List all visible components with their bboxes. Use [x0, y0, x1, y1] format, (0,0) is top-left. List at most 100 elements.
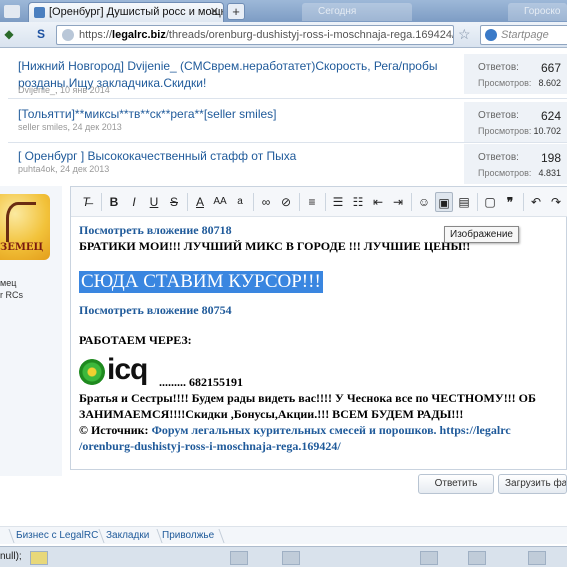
close-tab-icon[interactable]: ✕ [210, 5, 219, 18]
strikethrough-icon[interactable]: S [165, 192, 183, 212]
font-family-icon[interactable]: a [231, 192, 249, 212]
thread-author[interactable]: Dvijenie_ [18, 85, 55, 95]
replies-label: Ответов: [478, 152, 519, 163]
replies-count: 198 [540, 151, 561, 165]
upload-file-button[interactable]: Загрузить файл [498, 474, 567, 494]
toolbar-divider [325, 193, 326, 211]
post-actions: Ответить Загрузить файл [0, 474, 567, 496]
icq-flower-icon [79, 359, 105, 385]
italic-icon[interactable]: I [125, 192, 143, 212]
thread-row[interactable]: [Нижний Новгород] Dvijenie_ (СМСврем.нер… [8, 54, 567, 95]
attachment-link[interactable]: Посмотреть вложение 80754 [79, 303, 232, 318]
views-label: Просмотров: [478, 78, 532, 88]
source-link-path[interactable]: /orenburg-dushistyj-ross-i-moschnaja-reg… [79, 439, 341, 454]
post-line: ЗАНИМАЕМСЯ!!!!Скидки ,Бонусы,Акции.!!! В… [79, 407, 464, 421]
user-info-panel: ЗЕМЕЦ мец r RCs [0, 186, 62, 476]
breadcrumb-item[interactable]: Бизнес с LegalRC [16, 530, 98, 541]
addon-icon[interactable] [420, 551, 438, 565]
unlink-icon[interactable]: ⊘ [277, 192, 295, 212]
undo-icon[interactable]: ↶ [527, 192, 545, 212]
underline-icon[interactable]: U [145, 192, 163, 212]
search-engine-icon[interactable] [485, 29, 497, 41]
username[interactable]: мец [0, 278, 16, 288]
active-tab[interactable]: [Оренбург] Душистый росс и мощная... ✕ [28, 2, 224, 22]
addon-icon[interactable] [528, 551, 546, 565]
inactive-tab[interactable]: Сегодня [302, 3, 412, 21]
addon-icon[interactable] [468, 551, 486, 565]
thread-meta: Dvijenie_, 10 янв 2014 [18, 85, 110, 95]
selected-text: СЮДА СТАВИМ КУРСОР!!! [79, 271, 323, 293]
addon-icon[interactable] [30, 551, 48, 565]
tab-title: [Оренбург] Душистый росс и мощная... [49, 6, 224, 18]
search-box[interactable]: Startpage [480, 25, 567, 45]
bold-icon[interactable]: B [105, 192, 123, 212]
addon-icon[interactable] [230, 551, 248, 565]
breadcrumb: Бизнес с LegalRC Закладки Приволжье [0, 526, 567, 544]
attachment-link[interactable]: Посмотреть вложение 80718 [79, 223, 232, 238]
avatar-figure-icon [6, 202, 36, 242]
inactive-tab[interactable]: Гороско [508, 3, 567, 21]
avatar-text: ЗЕМЕЦ [0, 242, 44, 253]
site-favicon-icon [34, 7, 45, 18]
search-placeholder: Startpage [501, 29, 549, 41]
thread-author[interactable]: seller smiles [18, 122, 68, 132]
thread-title[interactable]: [Тольятти]**миксы**тв**ск**рега**[seller… [18, 106, 458, 123]
avatar[interactable]: ЗЕМЕЦ [0, 194, 50, 260]
post-line: Братья и Сестры!!!! Будем рады видеть ва… [79, 391, 536, 405]
reply-button[interactable]: Ответить [418, 474, 494, 494]
post-line: БРАТИКИ МОИ!!! ЛУЧШИЙ МИКС В ГОРОДЕ !!! … [79, 239, 471, 253]
browser-tab-bar: [Оренбург] Душистый росс и мощная... ✕ +… [0, 0, 567, 22]
toolbar-divider [299, 193, 300, 211]
thread-date: 24 дек 2013 [60, 164, 110, 174]
post-line: РАБОТАЕМ ЧЕРЕЗ: [79, 333, 192, 347]
thread-row[interactable]: [Тольятти]**миксы**тв**ск**рега**[seller… [8, 102, 567, 142]
addon-icon[interactable] [282, 551, 300, 565]
thread-stats: Ответов: 667 Просмотров: 8.602 [464, 54, 567, 94]
thread-meta: puhta4ok, 24 дек 2013 [18, 164, 110, 174]
extension-leaf-icon[interactable]: ◆ [2, 27, 16, 41]
quote-icon[interactable]: ❞ [501, 192, 519, 212]
align-icon[interactable]: ≡ [303, 192, 321, 212]
url-domain: legalrc.biz [112, 29, 166, 41]
toolbar-divider [411, 193, 412, 211]
tab-list-icon[interactable] [4, 5, 20, 18]
thread-title[interactable]: [ Оренбург ] Высококачественный стафф от… [18, 148, 458, 165]
sync-icon[interactable]: S [34, 27, 48, 41]
thread-author[interactable]: puhta4ok [18, 164, 55, 174]
numbered-list-icon[interactable]: ☷ [349, 192, 367, 212]
thread-row[interactable]: [ Оренбург ] Высококачественный стафф от… [8, 144, 567, 184]
site-identity-icon[interactable] [62, 29, 74, 41]
remove-format-icon[interactable]: T̶ [77, 192, 95, 212]
views-count: 4.831 [538, 168, 561, 178]
breadcrumb-item[interactable]: Закладки [106, 530, 149, 541]
outdent-icon[interactable]: ⇤ [369, 192, 387, 212]
image-icon[interactable]: ▣ [435, 192, 453, 212]
replies-label: Ответов: [478, 110, 519, 121]
font-size-icon[interactable]: A͏A [211, 192, 229, 212]
text-color-icon[interactable]: A [191, 192, 209, 212]
smilie-icon[interactable]: ☺ [415, 192, 433, 212]
redo-icon[interactable]: ↷ [547, 192, 565, 212]
user-role: r RCs [0, 290, 23, 300]
thread-stats: Ответов: 624 Просмотров: 10.702 [464, 102, 567, 142]
editor-toolbar: T̶ B I U S A A͏A a ∞ ⊘ ≡ ☰ ☷ ⇤ ⇥ ☺ ▣ ▤ ▢… [71, 187, 567, 217]
toolbar-divider [477, 193, 478, 211]
icq-logo-text: icq [107, 353, 148, 386]
new-tab-button[interactable]: + [227, 3, 245, 20]
source-label: © Источник: [79, 423, 149, 437]
bullet-list-icon[interactable]: ☰ [329, 192, 347, 212]
address-bar[interactable]: https://legalrc.biz/threads/orenburg-dus… [56, 25, 454, 45]
toolbar-divider [253, 193, 254, 211]
source-link[interactable]: Форум легальных курительных смесей и пор… [152, 423, 511, 437]
divider [8, 142, 567, 143]
thread-meta: seller smiles, 24 дек 2013 [18, 122, 122, 132]
code-icon[interactable]: ▢ [481, 192, 499, 212]
media-icon[interactable]: ▤ [455, 192, 473, 212]
views-label: Просмотров: [478, 126, 532, 136]
breadcrumb-item[interactable]: Приволжье [162, 530, 214, 541]
browser-navigation-bar: ◆ S https://legalrc.biz/threads/orenburg… [0, 22, 567, 48]
views-count: 8.602 [538, 78, 561, 88]
indent-icon[interactable]: ⇥ [389, 192, 407, 212]
bookmark-star-icon[interactable]: ☆ [458, 26, 471, 43]
link-icon[interactable]: ∞ [257, 192, 275, 212]
